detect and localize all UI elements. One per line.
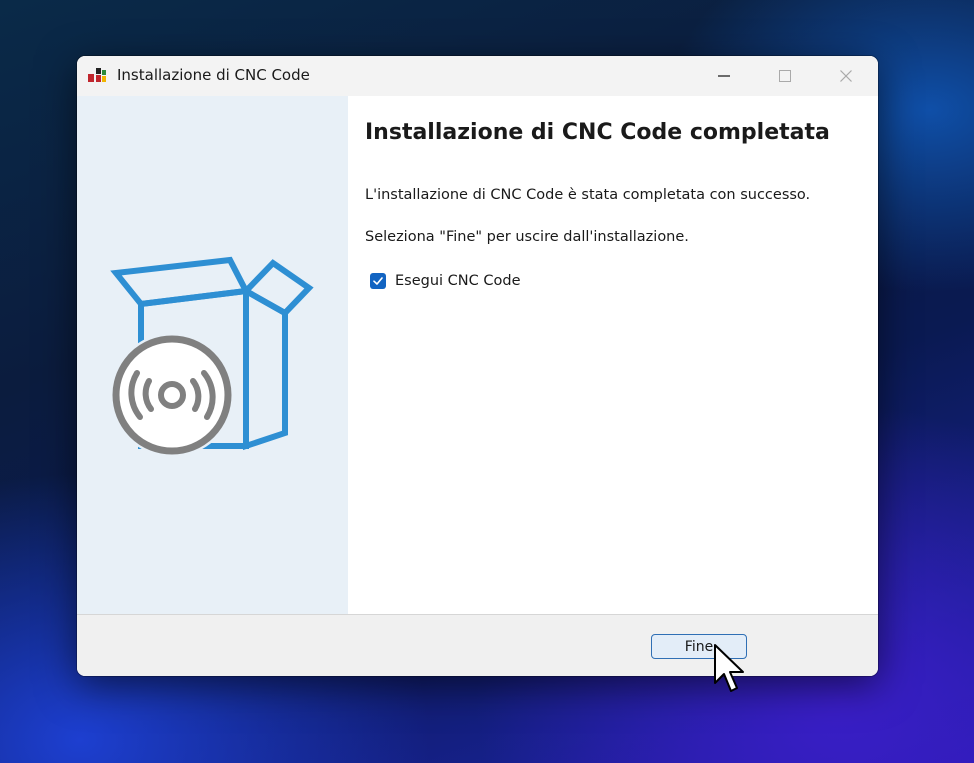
close-icon [840,70,852,82]
run-app-label[interactable]: Esegui CNC Code [395,273,521,289]
software-box-disc-icon [110,256,314,456]
page-title: Installazione di CNC Code completata [365,120,830,145]
installer-window: Installazione di CNC Code Installazione … [77,56,878,676]
close-button[interactable] [818,56,874,96]
button-bar: Fine [77,615,878,676]
run-app-checkbox[interactable] [370,273,386,289]
app-logo-icon [88,68,106,82]
minimize-button[interactable] [696,56,752,96]
maximize-icon [779,70,791,82]
installer-content: Installazione di CNC Code completata L'i… [77,96,878,614]
mouse-cursor-icon [714,644,744,692]
completion-message: L'installazione di CNC Code è stata comp… [365,187,811,203]
maximize-button[interactable] [757,56,813,96]
checkmark-icon [373,277,383,285]
title-bar[interactable]: Installazione di CNC Code [77,56,878,96]
instruction-message: Seleziona "Fine" per uscire dall'install… [365,229,689,245]
run-app-checkbox-row[interactable]: Esegui CNC Code [370,273,521,289]
window-title: Installazione di CNC Code [117,66,310,84]
side-banner [77,96,348,614]
minimize-icon [718,75,730,77]
